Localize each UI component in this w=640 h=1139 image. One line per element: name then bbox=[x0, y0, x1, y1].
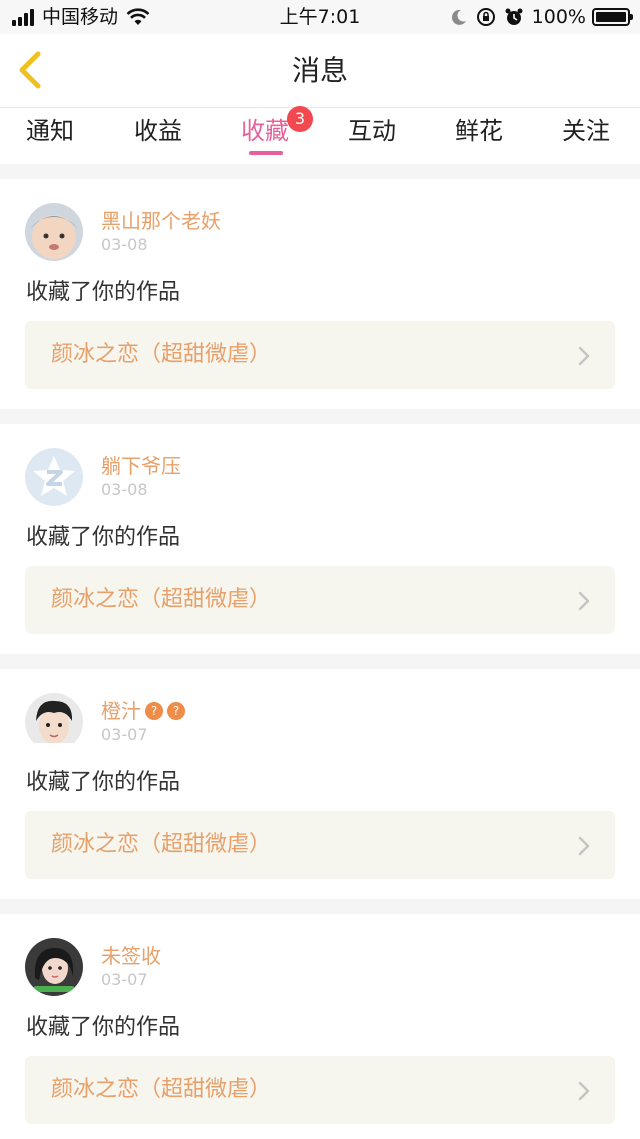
work-link[interactable]: 颜冰之恋（超甜微虐） bbox=[25, 566, 615, 634]
message-date: 03-08 bbox=[101, 235, 148, 254]
unread-badge: 3 bbox=[287, 106, 313, 132]
username[interactable]: 橙汁 ? ? bbox=[101, 699, 185, 723]
work-title: 颜冰之恋（超甜微虐） bbox=[51, 1077, 272, 1102]
message-card: 未签收 03-07 收藏了你的作品 颜冰之恋（超甜微虐） bbox=[0, 914, 640, 1139]
work-link[interactable]: 颜冰之恋（超甜微虐） bbox=[25, 321, 615, 389]
username[interactable]: 未签收 bbox=[101, 944, 161, 968]
action-text: 收藏了你的作品 bbox=[26, 280, 181, 305]
message-date: 03-08 bbox=[101, 480, 148, 499]
tab-interactions[interactable]: 互动 bbox=[348, 116, 396, 146]
message-date: 03-07 bbox=[101, 725, 148, 744]
tab-favorites-label: 收藏 bbox=[241, 117, 289, 145]
boy-avatar[interactable] bbox=[25, 693, 83, 751]
baby-avatar[interactable] bbox=[25, 203, 83, 261]
carrier-name: 中国移动 bbox=[42, 6, 119, 28]
moon-icon bbox=[451, 9, 466, 25]
username[interactable]: 躺下爷压 bbox=[101, 454, 181, 478]
chevron-right-icon bbox=[578, 836, 590, 856]
tab-earnings[interactable]: 收益 bbox=[134, 116, 182, 146]
cellular-signal-icon bbox=[12, 8, 36, 26]
girl-avatar[interactable] bbox=[25, 938, 83, 996]
vip-badge-icon: ? bbox=[167, 702, 185, 720]
action-text: 收藏了你的作品 bbox=[26, 525, 181, 550]
work-title: 颜冰之恋（超甜微虐） bbox=[51, 342, 272, 367]
nav-bar: 消息 bbox=[0, 34, 640, 108]
message-date: 03-07 bbox=[101, 970, 148, 989]
username[interactable]: 黑山那个老妖 bbox=[101, 209, 221, 233]
chevron-right-icon bbox=[578, 346, 590, 366]
message-card: 躺下爷压 03-08 收藏了你的作品 颜冰之恋（超甜微虐） bbox=[0, 424, 640, 654]
status-bar: 中国移动 上午7:01 100% bbox=[0, 0, 640, 34]
action-text: 收藏了你的作品 bbox=[26, 1015, 181, 1040]
chevron-right-icon bbox=[578, 591, 590, 611]
message-card: 橙汁 ? ? 03-07 收藏了你的作品 颜冰之恋（超甜微虐） bbox=[0, 669, 640, 899]
tab-follows[interactable]: 关注 bbox=[562, 116, 610, 146]
action-text: 收藏了你的作品 bbox=[26, 770, 181, 795]
active-tab-indicator bbox=[249, 151, 283, 155]
vip-badge-icon: ? bbox=[145, 702, 163, 720]
rotation-lock-icon bbox=[476, 8, 495, 26]
tab-bar: 通知 收益 收藏 3 互动 鲜花 关注 bbox=[0, 106, 640, 164]
wifi-icon bbox=[126, 8, 150, 25]
username-text: 橙汁 bbox=[101, 699, 141, 723]
work-title: 颜冰之恋（超甜微虐） bbox=[51, 587, 272, 612]
battery-icon bbox=[592, 8, 633, 26]
default-star-avatar[interactable] bbox=[25, 448, 83, 506]
work-title: 颜冰之恋（超甜微虐） bbox=[51, 832, 272, 857]
work-link[interactable]: 颜冰之恋（超甜微虐） bbox=[25, 811, 615, 879]
tab-favorites[interactable]: 收藏 3 bbox=[241, 106, 313, 146]
work-link[interactable]: 颜冰之恋（超甜微虐） bbox=[25, 1056, 615, 1124]
alarm-icon bbox=[505, 8, 523, 25]
tab-flowers[interactable]: 鲜花 bbox=[455, 116, 503, 146]
message-card: 黑山那个老妖 03-08 收藏了你的作品 颜冰之恋（超甜微虐） bbox=[0, 179, 640, 409]
tab-notifications[interactable]: 通知 bbox=[26, 116, 74, 146]
chevron-right-icon bbox=[578, 1081, 590, 1101]
battery-percent: 100% bbox=[531, 6, 586, 28]
page-title: 消息 bbox=[291, 54, 348, 87]
